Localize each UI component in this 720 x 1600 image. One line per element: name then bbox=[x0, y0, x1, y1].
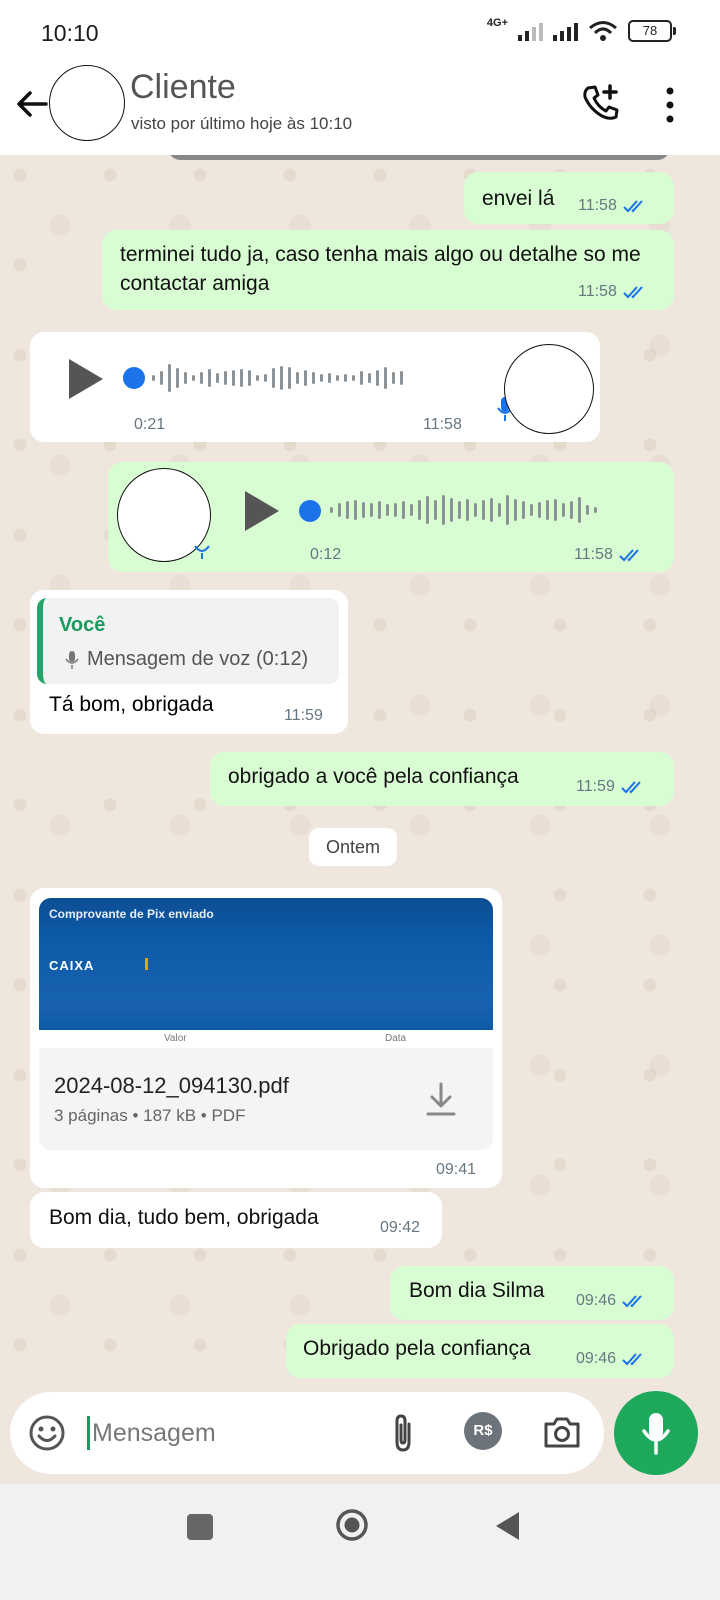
status-time: 10:10 bbox=[41, 20, 99, 46]
message-composer: R$ bbox=[10, 1392, 604, 1474]
pdf-attachment[interactable]: Comprovante de Pix enviado CAIXA Valor D… bbox=[39, 898, 493, 1150]
pdf-preview[interactable]: Comprovante de Pix enviado CAIXA Valor D… bbox=[39, 898, 493, 1048]
pdf-col-label: Data bbox=[385, 1033, 407, 1044]
voice-waveform[interactable] bbox=[152, 361, 403, 395]
mic-icon bbox=[65, 650, 79, 669]
message-meta: 11:58 bbox=[578, 197, 649, 215]
double-check-icon bbox=[623, 286, 643, 299]
message-time: 09:46 bbox=[576, 1292, 617, 1309]
message-meta: 11:59 bbox=[576, 778, 647, 796]
message-bubble[interactable]: terminei tudo ja, caso tenha mais algo o… bbox=[102, 230, 674, 310]
play-icon[interactable] bbox=[69, 359, 103, 399]
message-text: envei lá bbox=[482, 187, 555, 210]
add-call-icon[interactable] bbox=[580, 82, 622, 124]
voice-message-bubble[interactable]: 0:21 11:58 bbox=[30, 332, 600, 442]
message-text: Tá bom, obrigada bbox=[49, 693, 214, 716]
date-separator: Ontem bbox=[309, 828, 397, 866]
signal-icon-2 bbox=[553, 21, 578, 41]
mic-icon bbox=[194, 545, 210, 559]
message-meta: 11:58 bbox=[578, 283, 649, 301]
network-type: 4G+ bbox=[486, 17, 508, 29]
last-seen-status: visto por último hoje às 10:10 bbox=[131, 114, 353, 133]
pdf-col-label: Valor bbox=[164, 1033, 187, 1044]
mic-button[interactable] bbox=[614, 1391, 698, 1475]
more-vert-icon[interactable] bbox=[662, 85, 678, 125]
pix-payment-icon[interactable]: R$ bbox=[464, 1412, 502, 1450]
chat-area[interactable]: envei lá 11:58 terminei tudo ja, caso te… bbox=[0, 155, 720, 1400]
camera-icon[interactable] bbox=[542, 1414, 582, 1450]
message-bubble[interactable]: obrigado a você pela confiança 11:59 bbox=[210, 752, 674, 806]
double-check-icon bbox=[621, 781, 641, 794]
voice-seek-handle[interactable] bbox=[123, 367, 145, 389]
system-nav-bar bbox=[0, 1484, 720, 1600]
message-text: Bom dia Silma bbox=[409, 1279, 545, 1302]
message-time: 11:58 bbox=[578, 197, 617, 214]
partial-message-bubble bbox=[168, 155, 670, 160]
double-check-icon bbox=[622, 1353, 642, 1366]
pdf-preview-mark bbox=[145, 958, 148, 970]
play-icon[interactable] bbox=[245, 491, 279, 531]
message-text: obrigado a você pela confiança bbox=[228, 765, 519, 788]
signal-icon bbox=[518, 21, 543, 41]
message-text: Bom dia, tudo bem, obrigada bbox=[49, 1206, 319, 1229]
wifi-icon bbox=[589, 21, 617, 41]
pdf-preview-title: Comprovante de Pix enviado bbox=[49, 907, 214, 921]
message-bubble[interactable]: Bom dia Silma 09:46 bbox=[390, 1266, 674, 1320]
quoted-sender: Você bbox=[59, 614, 106, 636]
sender-avatar bbox=[504, 344, 594, 434]
quoted-text-label: Mensagem de voz (0:12) bbox=[87, 648, 309, 670]
bank-logo: CAIXA bbox=[49, 958, 95, 973]
message-text: Obrigado pela confiança bbox=[303, 1337, 531, 1360]
message-meta: 11:58 bbox=[574, 546, 645, 564]
mic-icon bbox=[642, 1413, 670, 1455]
message-time: 09:42 bbox=[380, 1219, 421, 1236]
message-time: 11:59 bbox=[284, 707, 323, 724]
status-bar: 10:10 4G+ 78 bbox=[0, 0, 720, 60]
message-bubble[interactable]: envei lá 11:58 bbox=[464, 172, 674, 224]
quoted-message[interactable]: Você Mensagem de voz (0:12) bbox=[37, 598, 339, 684]
double-check-icon bbox=[619, 549, 639, 562]
voice-seek-handle[interactable] bbox=[299, 500, 321, 522]
download-icon[interactable] bbox=[425, 1081, 457, 1117]
voice-duration: 0:21 bbox=[134, 416, 166, 433]
nav-back-icon[interactable] bbox=[493, 1510, 521, 1542]
double-check-icon bbox=[622, 1295, 642, 1308]
message-bubble[interactable]: Obrigado pela confiança 09:46 bbox=[286, 1324, 674, 1378]
contact-avatar[interactable] bbox=[49, 65, 125, 141]
message-time: 11:59 bbox=[576, 778, 615, 795]
pdf-file-name: 2024-08-12_094130.pdf bbox=[54, 1073, 289, 1098]
message-meta: 09:46 bbox=[576, 1292, 648, 1310]
contact-name[interactable]: Cliente bbox=[130, 68, 236, 107]
voice-duration: 0:12 bbox=[310, 546, 342, 563]
voice-waveform[interactable] bbox=[330, 493, 597, 527]
battery-icon: 78 bbox=[628, 20, 676, 42]
paperclip-icon[interactable] bbox=[387, 1412, 419, 1454]
message-bubble[interactable]: Bom dia, tudo bem, obrigada 09:42 bbox=[30, 1192, 442, 1248]
quoted-text: Mensagem de voz (0:12) bbox=[65, 648, 308, 671]
message-input[interactable] bbox=[90, 1412, 354, 1454]
message-time: 09:41 bbox=[436, 1161, 477, 1178]
message-time: 09:46 bbox=[576, 1350, 617, 1367]
pdf-file-meta: 3 páginas • 187 kB • PDF bbox=[54, 1106, 246, 1125]
message-meta: 09:46 bbox=[576, 1350, 648, 1368]
message-time: 11:58 bbox=[574, 546, 613, 563]
status-icons: 4G+ 78 bbox=[486, 17, 676, 42]
nav-home-icon[interactable] bbox=[335, 1508, 369, 1542]
emoji-icon[interactable] bbox=[28, 1414, 66, 1452]
double-check-icon bbox=[623, 200, 643, 213]
message-time: 11:58 bbox=[423, 416, 462, 433]
back-arrow-icon[interactable] bbox=[12, 84, 52, 124]
nav-square-icon[interactable] bbox=[187, 1514, 213, 1540]
message-time: 11:58 bbox=[578, 283, 617, 300]
voice-message-bubble[interactable]: 0:12 11:58 bbox=[108, 462, 674, 572]
